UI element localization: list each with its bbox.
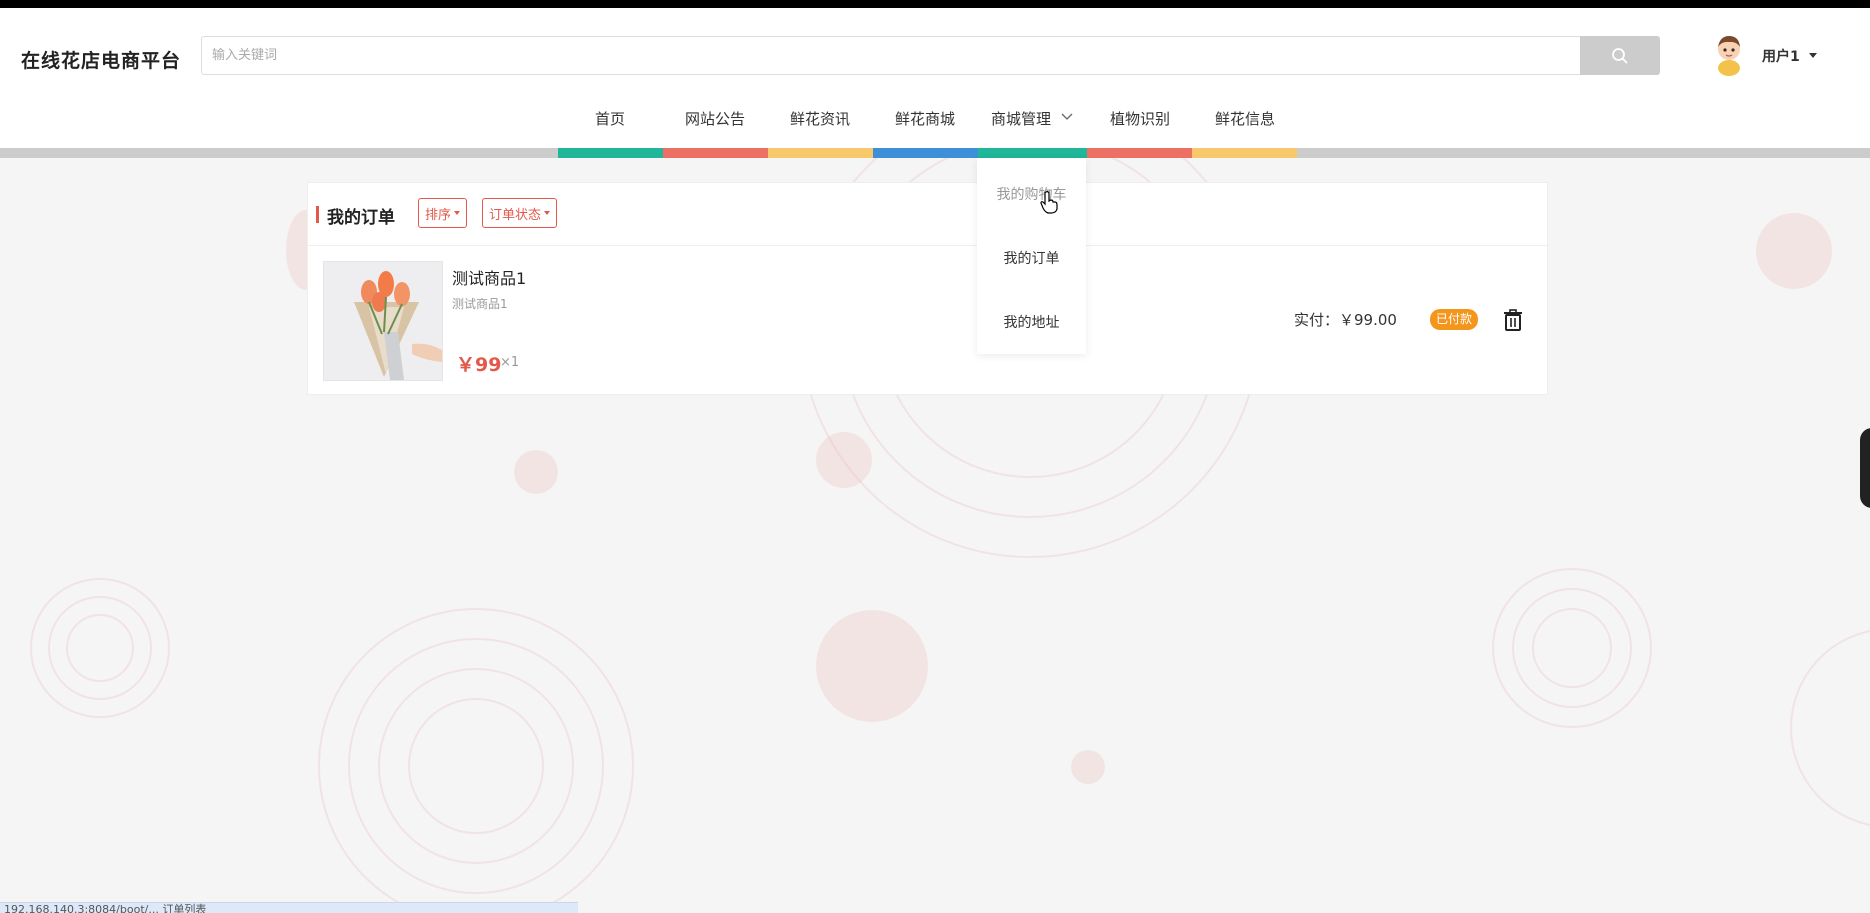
product-price: ￥99: [456, 354, 502, 376]
nav-item-plant-recognition[interactable]: 植物识别: [1105, 108, 1175, 128]
order-status-label: 订单状态: [489, 207, 542, 223]
main-nav: 首页 网站公告 鲜花资讯 鲜花商城 商城管理 植物识别 鲜花信息: [0, 88, 1870, 148]
search-icon: [1612, 47, 1628, 64]
chevron-down-icon[interactable]: [1809, 53, 1817, 58]
product-quantity: ×1: [500, 355, 520, 370]
nav-color-strip: [663, 148, 768, 158]
nav-color-strip: [768, 148, 873, 158]
paid-amount: 实付：￥99.00: [1294, 311, 1397, 329]
caret-down-icon: [454, 211, 461, 215]
search-input[interactable]: [201, 36, 1581, 75]
orders-panel-header: 我的订单 排序 订单状态: [308, 183, 1549, 246]
side-panel-handle[interactable]: [1860, 428, 1870, 508]
search-button[interactable]: [1580, 36, 1660, 75]
user-name[interactable]: 用户1: [1762, 46, 1800, 66]
chevron-down-icon[interactable]: [1061, 113, 1073, 121]
page-title: 我的订单: [327, 208, 395, 228]
nav-item-flower-info[interactable]: 鲜花信息: [1210, 108, 1280, 128]
site-header: 在线花店电商平台 用户1: [0, 8, 1870, 88]
nav-color-strip: [558, 148, 663, 158]
product-image[interactable]: [323, 261, 443, 381]
nav-item-announcements[interactable]: 网站公告: [680, 108, 750, 128]
nav-color-strip: [1087, 148, 1192, 158]
status-badge: 已付款: [1430, 309, 1479, 330]
window-top-bar: [0, 0, 1870, 8]
status-bar-url: 192.168.140.3:8084/boot/... 订单列表: [0, 902, 578, 913]
nav-item-flower-mall[interactable]: 鲜花商城: [890, 108, 960, 128]
sort-button[interactable]: 排序: [418, 198, 468, 228]
avatar[interactable]: [1712, 32, 1746, 76]
dropdown-item-orders[interactable]: 我的订单: [977, 248, 1086, 268]
dropdown-item-cart[interactable]: 我的购物车: [977, 184, 1086, 204]
sort-label: 排序: [425, 207, 452, 223]
mall-management-dropdown: 我的购物车 我的订单 我的地址: [977, 158, 1086, 354]
product-name[interactable]: 测试商品1: [452, 265, 526, 289]
site-title[interactable]: 在线花店电商平台: [21, 46, 181, 73]
dropdown-item-address[interactable]: 我的地址: [977, 312, 1086, 332]
product-subtitle: 测试商品1: [452, 297, 508, 311]
nav-item-mall-management[interactable]: 商城管理: [986, 108, 1056, 128]
orders-panel: 我的订单 排序 订单状态 测试商品1 测试商品1 ￥99 ×1 实付：￥99.0: [307, 182, 1549, 395]
nav-color-strip: [873, 148, 978, 158]
nav-item-flower-news[interactable]: 鲜花资讯: [785, 108, 855, 128]
order-status-filter[interactable]: 订单状态: [482, 198, 558, 228]
nav-color-strip: [1192, 148, 1297, 158]
hand-cursor-icon: [1040, 191, 1058, 214]
nav-item-home[interactable]: 首页: [580, 108, 640, 128]
nav-color-strip: [978, 148, 1087, 158]
caret-down-icon: [544, 211, 551, 215]
trash-icon[interactable]: [1501, 308, 1525, 332]
flower-bouquet-image: [324, 262, 442, 380]
title-marker: [316, 206, 319, 223]
